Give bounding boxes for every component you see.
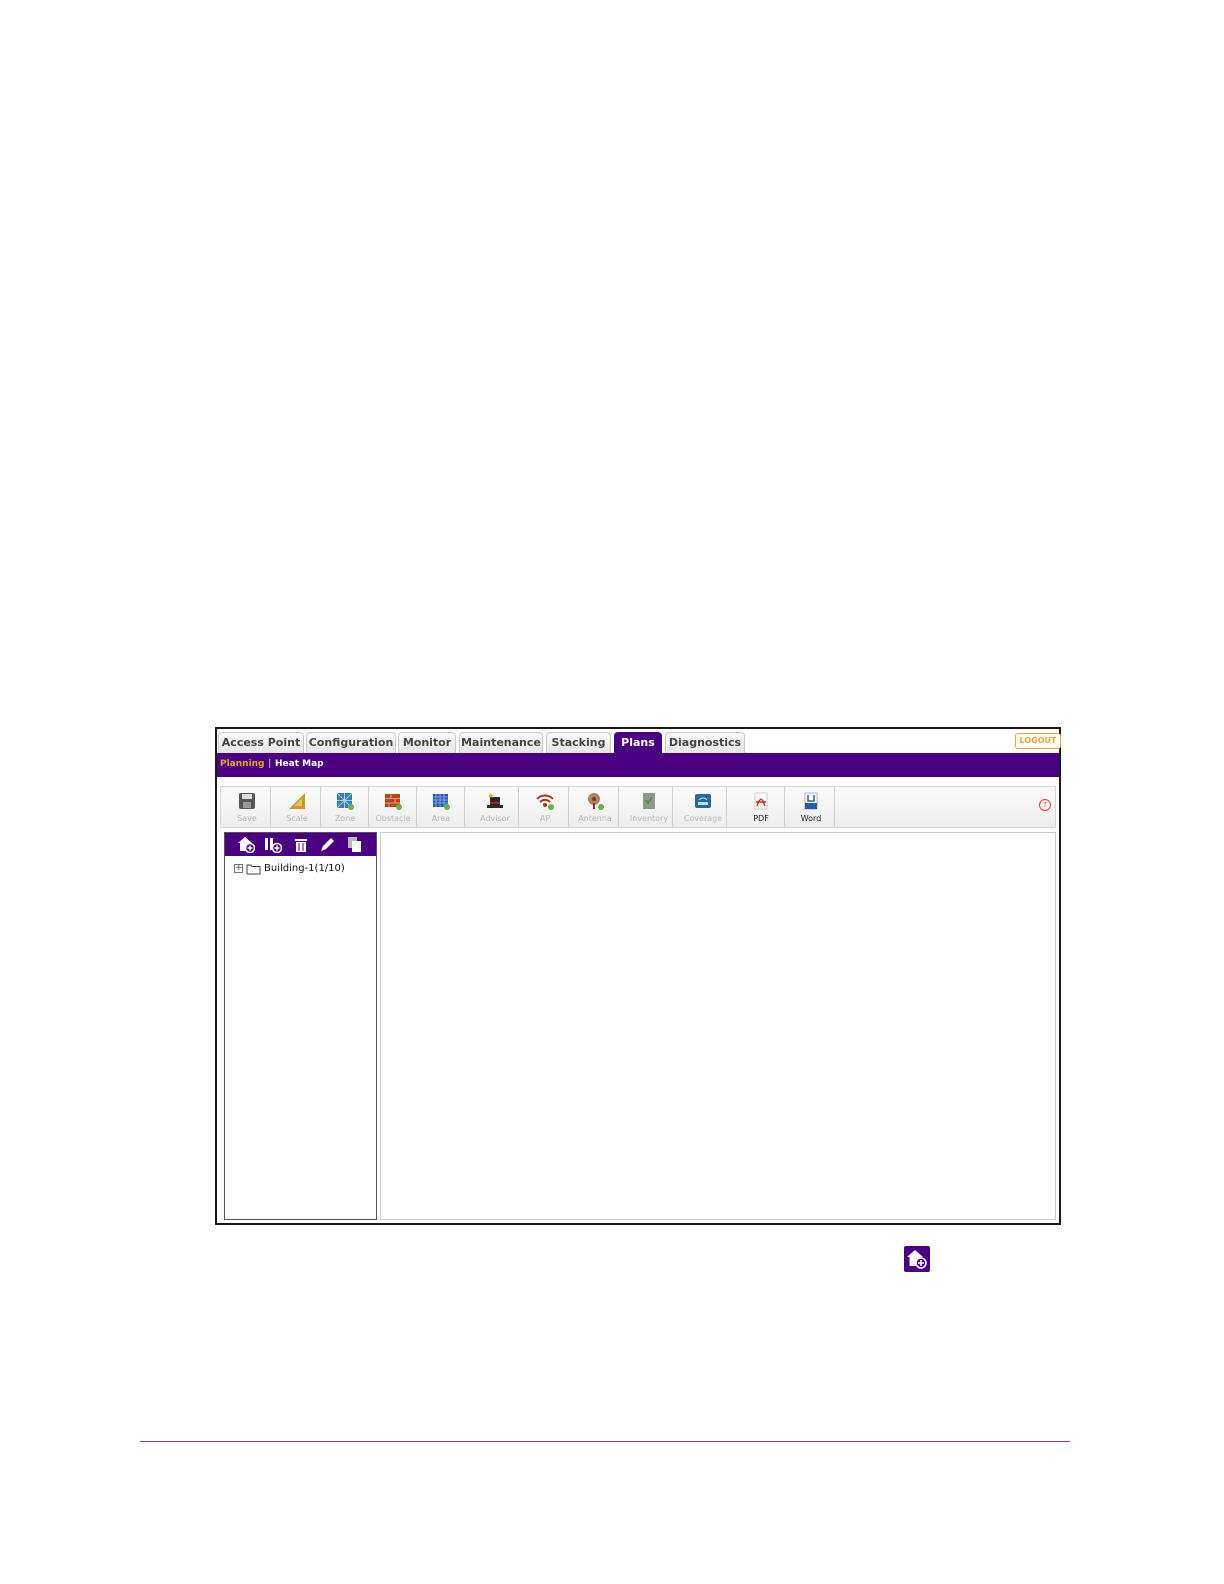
antenna-icon bbox=[588, 793, 604, 810]
coverage-icon bbox=[695, 794, 711, 808]
zone-label: Zone bbox=[334, 814, 356, 823]
word-icon bbox=[804, 792, 818, 810]
tree-toolbar bbox=[225, 833, 376, 856]
subnav-planning-link[interactable]: Planning bbox=[220, 753, 265, 776]
tab-configuration[interactable]: Configuration bbox=[306, 732, 396, 753]
scale-icon bbox=[289, 793, 305, 809]
add-building-icon[interactable] bbox=[237, 836, 255, 853]
add-floor-icon[interactable] bbox=[264, 836, 282, 853]
advisor-icon bbox=[487, 793, 503, 808]
scale-button[interactable]: Scale bbox=[273, 787, 321, 827]
wireless-management-window: Access Point Configuration Monitor Maint… bbox=[215, 727, 1061, 1225]
save-label: Save bbox=[237, 814, 257, 823]
advisor-button[interactable]: Advisor bbox=[471, 787, 519, 827]
planning-toolbar: Save Scale Zone Obstacle Area Advisor AP… bbox=[220, 786, 1056, 828]
advisor-label: Advisor bbox=[480, 814, 510, 823]
area-icon bbox=[433, 794, 450, 810]
zone-button[interactable]: Zone bbox=[321, 787, 369, 827]
footer-divider bbox=[140, 1441, 1070, 1442]
ap-button[interactable]: AP bbox=[521, 787, 569, 827]
inventory-icon bbox=[643, 793, 655, 809]
coverage-label: Coverage bbox=[683, 814, 723, 823]
save-button[interactable]: Save bbox=[223, 787, 271, 827]
floor-plan-canvas[interactable] bbox=[380, 832, 1056, 1220]
delete-icon[interactable] bbox=[292, 836, 310, 853]
scale-label: Scale bbox=[286, 814, 308, 823]
tab-diagnostics[interactable]: Diagnostics bbox=[665, 732, 745, 753]
tab-monitor[interactable]: Monitor bbox=[398, 732, 456, 753]
folder-icon bbox=[246, 864, 261, 875]
antenna-button[interactable]: Antenna bbox=[571, 787, 619, 827]
area-button[interactable]: Area bbox=[417, 787, 465, 827]
logout-button[interactable]: LOGOUT bbox=[1015, 733, 1061, 749]
tab-access-point[interactable]: Access Point bbox=[218, 732, 304, 753]
pdf-label: PDF bbox=[753, 814, 769, 823]
obstacle-label: Obstacle bbox=[375, 814, 411, 823]
ap-icon bbox=[536, 794, 554, 810]
inventory-label: Inventory bbox=[629, 814, 669, 823]
add-building-icon bbox=[904, 1246, 930, 1272]
obstacle-button[interactable]: Obstacle bbox=[369, 787, 417, 827]
save-icon bbox=[239, 793, 255, 809]
expand-icon[interactable]: + bbox=[234, 864, 243, 873]
antenna-label: Antenna bbox=[578, 814, 612, 823]
ap-label: AP bbox=[539, 814, 551, 823]
tab-stacking[interactable]: Stacking bbox=[546, 732, 611, 753]
zone-icon bbox=[336, 792, 354, 810]
main-tab-bar: Access Point Configuration Monitor Maint… bbox=[217, 729, 1061, 753]
subnav-separator: | bbox=[268, 759, 272, 769]
tab-plans[interactable]: Plans bbox=[614, 732, 662, 753]
building-tree-panel: + Building-1(1/10) bbox=[224, 832, 377, 1220]
word-button[interactable]: Word bbox=[787, 787, 835, 827]
sub-navigation-bar: Planning | Heat Map bbox=[217, 753, 1059, 777]
obstacle-icon bbox=[385, 794, 402, 810]
help-icon[interactable]: ? bbox=[1039, 799, 1051, 811]
tab-maintenance[interactable]: Maintenance bbox=[459, 732, 543, 753]
building-label: Building-1(1/10) bbox=[264, 863, 345, 874]
area-label: Area bbox=[431, 814, 451, 823]
coverage-button[interactable]: Coverage bbox=[679, 787, 727, 827]
inventory-button[interactable]: Inventory bbox=[625, 787, 673, 827]
word-label: Word bbox=[800, 814, 822, 823]
pdf-button[interactable]: PDF bbox=[737, 787, 785, 827]
copy-icon[interactable] bbox=[346, 836, 364, 853]
pdf-icon bbox=[754, 792, 768, 810]
edit-pencil-icon[interactable] bbox=[319, 836, 337, 853]
subnav-heat-map-link[interactable]: Heat Map bbox=[275, 753, 324, 776]
